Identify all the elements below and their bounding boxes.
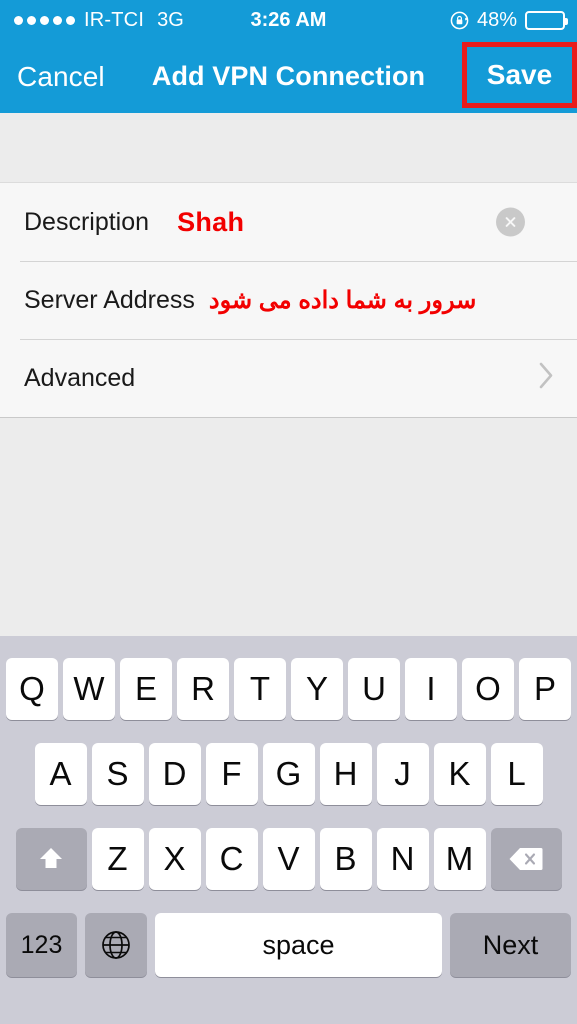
key-z[interactable]: Z bbox=[91, 827, 144, 890]
key-f[interactable]: F bbox=[205, 742, 258, 805]
key-g[interactable]: G bbox=[262, 742, 315, 805]
keyboard-row-4: 123 space Next bbox=[0, 901, 577, 989]
keyboard-row-3: ZXCVBNM bbox=[0, 816, 577, 901]
save-button[interactable]: Save bbox=[487, 59, 552, 91]
rotation-lock-icon bbox=[450, 11, 469, 30]
key-r[interactable]: R bbox=[177, 657, 229, 720]
shift-up-arrow-icon bbox=[40, 847, 62, 868]
key-j[interactable]: J bbox=[376, 742, 429, 805]
key-l[interactable]: L bbox=[490, 742, 543, 805]
key-b[interactable]: B bbox=[319, 827, 372, 890]
key-w[interactable]: W bbox=[63, 657, 115, 720]
shift-key[interactable] bbox=[15, 827, 87, 890]
key-c[interactable]: C bbox=[205, 827, 258, 890]
iphone-screen: IR-TCI 3G 3:26 AM 48% Cancel Add VPN Con… bbox=[0, 0, 577, 1024]
key-i[interactable]: I bbox=[405, 657, 457, 720]
content-empty-area bbox=[0, 418, 577, 636]
table-row-description[interactable]: Description Shah bbox=[0, 183, 577, 261]
key-o[interactable]: O bbox=[462, 657, 514, 720]
description-input[interactable]: Shah bbox=[177, 207, 244, 238]
battery-icon bbox=[525, 10, 568, 30]
description-label: Description bbox=[24, 207, 150, 236]
backspace-key[interactable] bbox=[490, 827, 562, 890]
status-bar: IR-TCI 3G 3:26 AM 48% bbox=[0, 0, 577, 40]
numeric-mode-key[interactable]: 123 bbox=[6, 913, 77, 977]
keyboard-row-1: QWERTYUIOP bbox=[0, 646, 577, 731]
server-address-input[interactable]: سرور به شما داده می شود bbox=[209, 286, 476, 315]
key-e[interactable]: E bbox=[120, 657, 172, 720]
key-d[interactable]: D bbox=[148, 742, 201, 805]
key-s[interactable]: S bbox=[91, 742, 144, 805]
signal-strength-dots bbox=[14, 15, 75, 25]
onscreen-keyboard: QWERTYUIOP ASDFGHJKL ZXCVBNM 123 space N… bbox=[0, 636, 577, 1024]
key-k[interactable]: K bbox=[433, 742, 486, 805]
globe-language-key[interactable] bbox=[85, 913, 147, 977]
backspace-delete-icon bbox=[509, 847, 543, 870]
key-x[interactable]: X bbox=[148, 827, 201, 890]
key-n[interactable]: N bbox=[376, 827, 429, 890]
advanced-label: Advanced bbox=[24, 363, 136, 392]
key-y[interactable]: Y bbox=[291, 657, 343, 720]
key-q[interactable]: Q bbox=[6, 657, 58, 720]
key-u[interactable]: U bbox=[348, 657, 400, 720]
key-p[interactable]: P bbox=[519, 657, 571, 720]
clear-text-icon[interactable] bbox=[496, 207, 525, 237]
space-key[interactable]: space bbox=[155, 913, 442, 977]
key-m[interactable]: M bbox=[433, 827, 486, 890]
vpn-form-table: Description Shah Server Address سرور به … bbox=[0, 182, 577, 418]
globe-language-icon bbox=[102, 931, 130, 959]
status-bar-left: IR-TCI 3G bbox=[0, 9, 184, 32]
carrier-name: IR-TCI bbox=[84, 8, 145, 31]
chevron-right-icon bbox=[538, 361, 555, 395]
key-h[interactable]: H bbox=[319, 742, 372, 805]
return-next-key[interactable]: Next bbox=[450, 913, 571, 977]
network-type: 3G bbox=[157, 8, 184, 31]
keyboard-row-2: ASDFGHJKL bbox=[0, 731, 577, 816]
key-v[interactable]: V bbox=[262, 827, 315, 890]
navigation-bar: Cancel Add VPN Connection Save bbox=[0, 40, 577, 113]
key-t[interactable]: T bbox=[234, 657, 286, 720]
table-row-advanced[interactable]: Advanced bbox=[0, 339, 577, 417]
table-row-server-address[interactable]: Server Address سرور به شما داده می شود bbox=[0, 261, 577, 339]
battery-percentage: 48% bbox=[476, 8, 517, 31]
save-button-highlight: Save bbox=[462, 42, 577, 108]
status-bar-right: 48% bbox=[450, 9, 577, 32]
server-address-label: Server Address bbox=[24, 285, 195, 314]
section-gap-top bbox=[0, 113, 577, 182]
key-a[interactable]: A bbox=[34, 742, 87, 805]
